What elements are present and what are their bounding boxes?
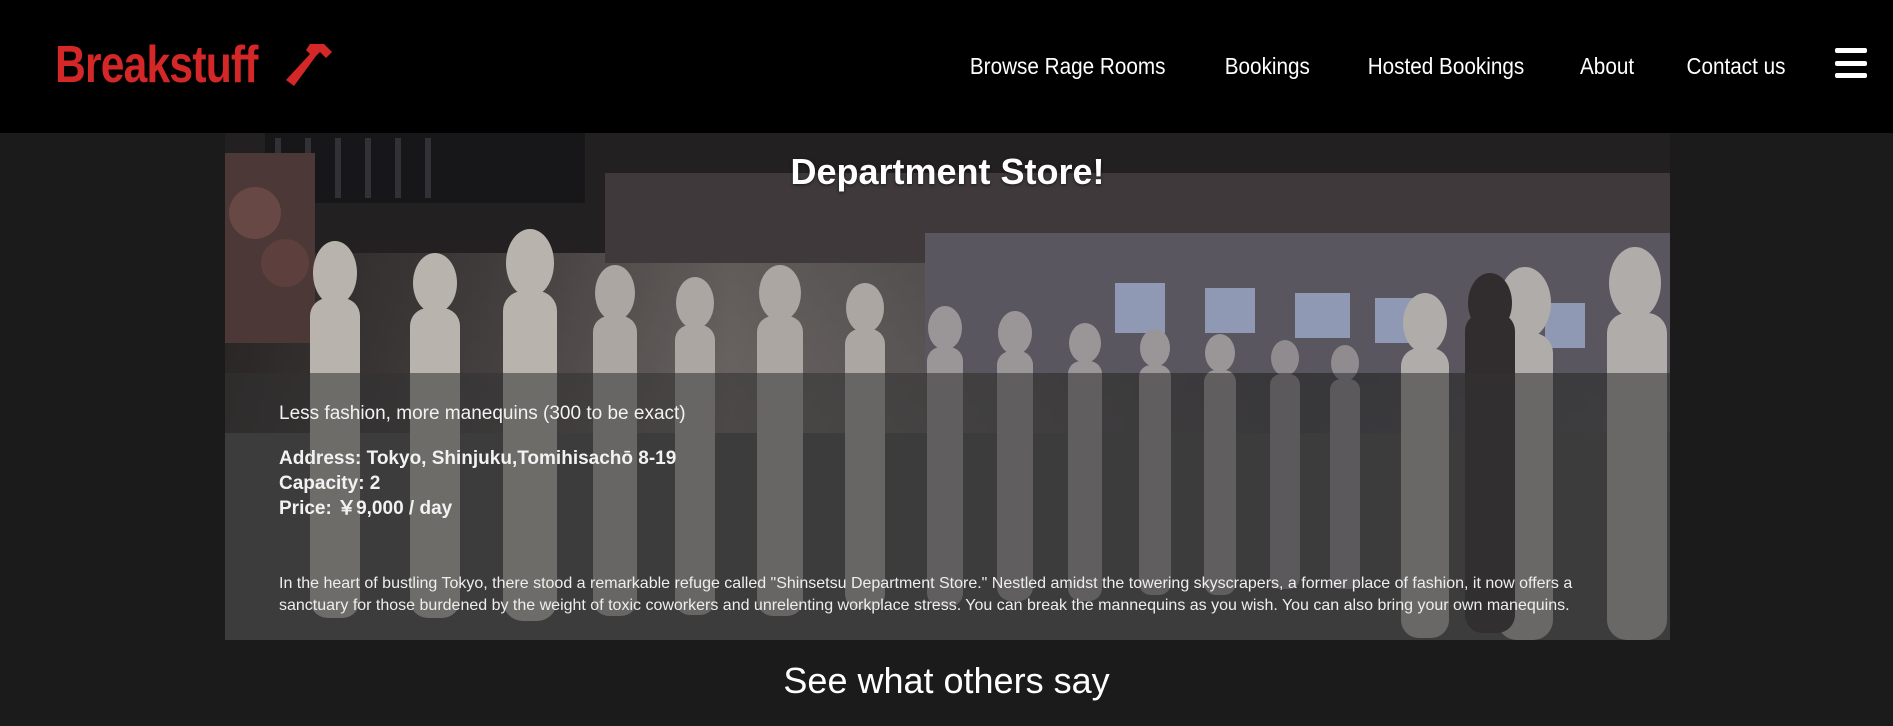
brand-name: Breakstuff [55, 36, 259, 94]
room-hero: Department Store! Less fashion, more man… [225, 133, 1670, 640]
hammer-icon [286, 44, 332, 86]
nav-link-hosted-bookings[interactable]: Hosted Bookings [1368, 53, 1525, 80]
nav-links: Browse Rage Rooms Bookings Hosted Bookin… [915, 46, 1791, 86]
nav-link-browse-rage-rooms[interactable]: Browse Rage Rooms [970, 53, 1166, 80]
room-details: Address: Tokyo, Shinjuku,Tomihisachō 8-1… [279, 446, 676, 521]
nav-link-contact-us[interactable]: Contact us [1687, 53, 1786, 80]
room-tagline: Less fashion, more manequins (300 to be … [279, 403, 686, 424]
room-capacity: Capacity: 2 [279, 473, 381, 494]
hamburger-menu-icon[interactable] [1835, 48, 1867, 78]
room-info-panel: Less fashion, more manequins (300 to be … [225, 373, 1670, 640]
reviews-heading: See what others say [783, 660, 1110, 701]
room-description: In the heart of bustling Tokyo, there st… [279, 575, 1573, 614]
nav-link-about[interactable]: About [1580, 53, 1634, 80]
room-price: Price: ￥9,000 / day [279, 498, 453, 519]
nav-link-bookings[interactable]: Bookings [1225, 53, 1310, 80]
room-address: Address: Tokyo, Shinjuku,Tomihisachō 8-1… [279, 448, 677, 469]
brand-logo[interactable]: Breakstuff [55, 33, 334, 97]
top-navbar: Breakstuff Browse Rage Rooms Bookings Ho… [0, 0, 1893, 133]
room-title: Department Store! [790, 151, 1105, 192]
